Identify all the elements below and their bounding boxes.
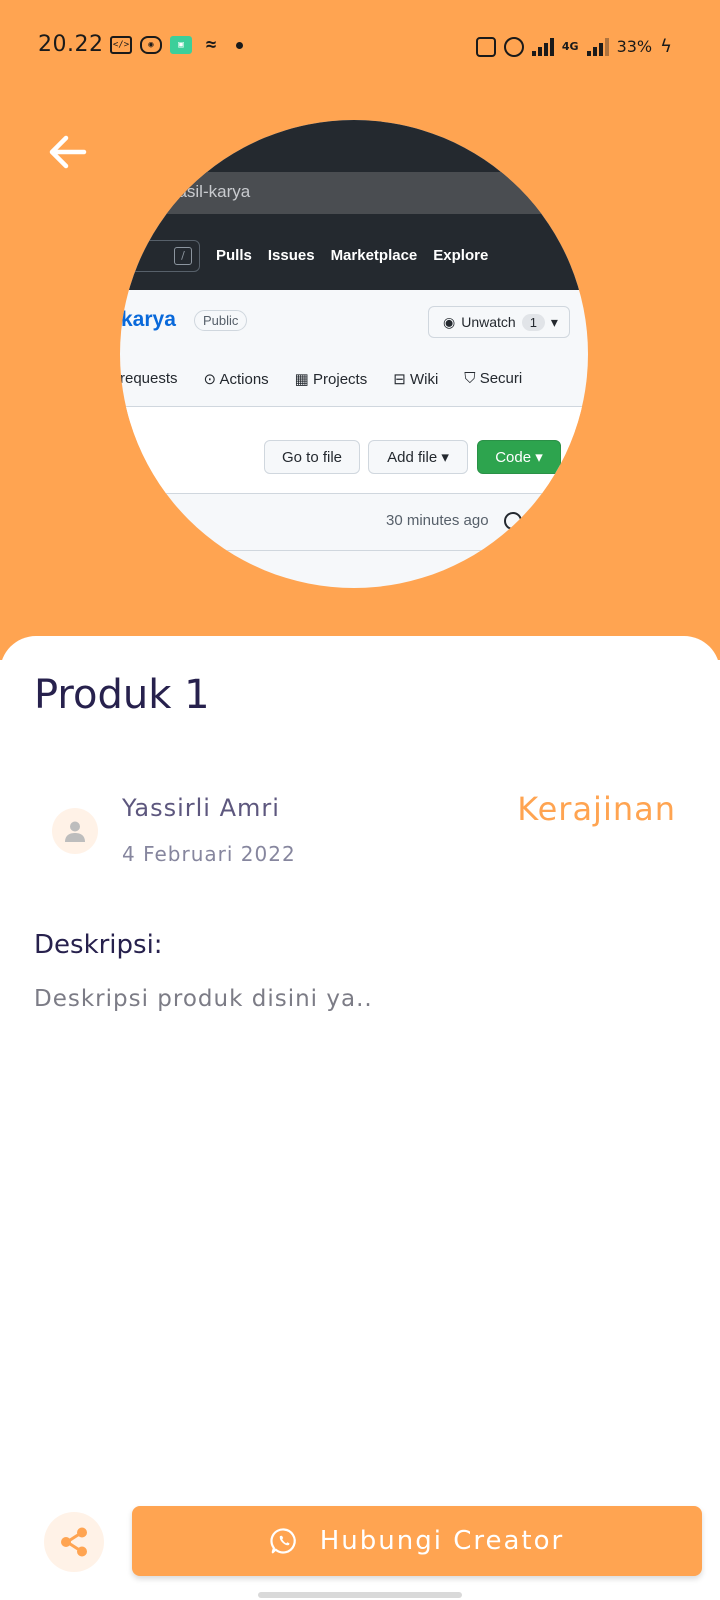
history-icon	[504, 512, 522, 530]
image-url-text: hasil-karya	[168, 182, 251, 201]
vibrate-icon	[475, 36, 496, 57]
notification-icons: </> ◉ ▣ ≈	[110, 36, 243, 54]
home-indicator[interactable]	[258, 1592, 462, 1598]
image-tab: ⊙ Actions	[203, 371, 269, 388]
product-image: hasil-karya / Pulls Issues Marketplace E…	[120, 120, 588, 588]
store-app-icon: ▣	[170, 36, 192, 54]
code-app-icon: </>	[110, 36, 132, 54]
image-nav-item: Pulls	[216, 247, 252, 264]
image-tab: requests	[120, 370, 178, 387]
share-button[interactable]	[44, 1512, 104, 1572]
gamepad-icon: ◉	[140, 36, 162, 54]
charging-bolt-icon: ϟ	[660, 36, 672, 57]
share-icon	[61, 1527, 87, 1557]
image-nav-item: Issues	[267, 247, 315, 264]
image-add-file-button: Add file ▾	[368, 440, 468, 474]
image-visibility-badge: Public	[194, 310, 248, 331]
creator-avatar	[52, 808, 98, 854]
battery-percentage: 33%	[616, 37, 653, 56]
signal-2-icon	[586, 37, 609, 56]
image-nav: Pulls Issues Marketplace Explore	[216, 247, 488, 264]
image-nav-item: Explore	[433, 247, 489, 264]
image-tab: ▦ Projects	[294, 371, 368, 388]
network-type-label: 4G	[561, 40, 579, 53]
image-tabs: requests ⊙ Actions ▦ Projects ⊟ Wiki ⛉ S…	[120, 370, 522, 388]
product-category: Kerajinan	[517, 790, 676, 828]
person-icon	[65, 821, 85, 842]
detail-card	[0, 636, 720, 1600]
signal-icon	[531, 37, 554, 56]
image-repo-title: -karya	[120, 308, 176, 331]
image-divider	[120, 550, 588, 551]
contact-creator-label: Hubungi Creator	[319, 1526, 565, 1556]
image-unwatch-label: Unwatch	[461, 314, 516, 330]
description-label: Deskripsi:	[34, 930, 163, 960]
system-icons: 4G 33% ϟ	[475, 36, 672, 57]
more-notifications-dot	[236, 41, 243, 49]
capcut-icon: ≈	[205, 34, 217, 55]
whatsapp-icon	[270, 1528, 296, 1554]
product-title: Produk 1	[34, 672, 210, 718]
alarm-icon	[503, 36, 524, 57]
image-tab: ⊟ Wiki	[393, 371, 439, 388]
description-text: Deskripsi produk disini ya..	[34, 986, 373, 1012]
image-unwatch-button: ◉ Unwatch 1 ▾	[428, 306, 570, 338]
eye-icon: ◉	[443, 313, 456, 330]
image-search-key: /	[174, 247, 192, 265]
back-button[interactable]	[44, 128, 92, 176]
status-time: 20.22	[38, 32, 104, 57]
image-tab: ⛉ Securi	[464, 370, 523, 387]
image-watch-count: 1	[521, 313, 545, 331]
image-nav-item: Marketplace	[330, 247, 418, 264]
caret-down-icon: ▾	[550, 313, 558, 330]
image-code-button: Code ▾	[477, 440, 561, 474]
image-updated-time: 30 minutes ago	[386, 512, 489, 529]
status-bar: 20.22 </> ◉ ▣ ≈ 4G 33% ϟ	[0, 28, 720, 68]
contact-creator-button[interactable]: Hubungi Creator	[132, 1506, 702, 1576]
product-date: 4 Februari 2022	[122, 842, 296, 866]
image-divider	[120, 493, 588, 494]
image-go-to-file-button: Go to file	[264, 440, 360, 474]
arrow-left-icon	[49, 135, 87, 169]
creator-name: Yassirli Amri	[122, 794, 280, 822]
